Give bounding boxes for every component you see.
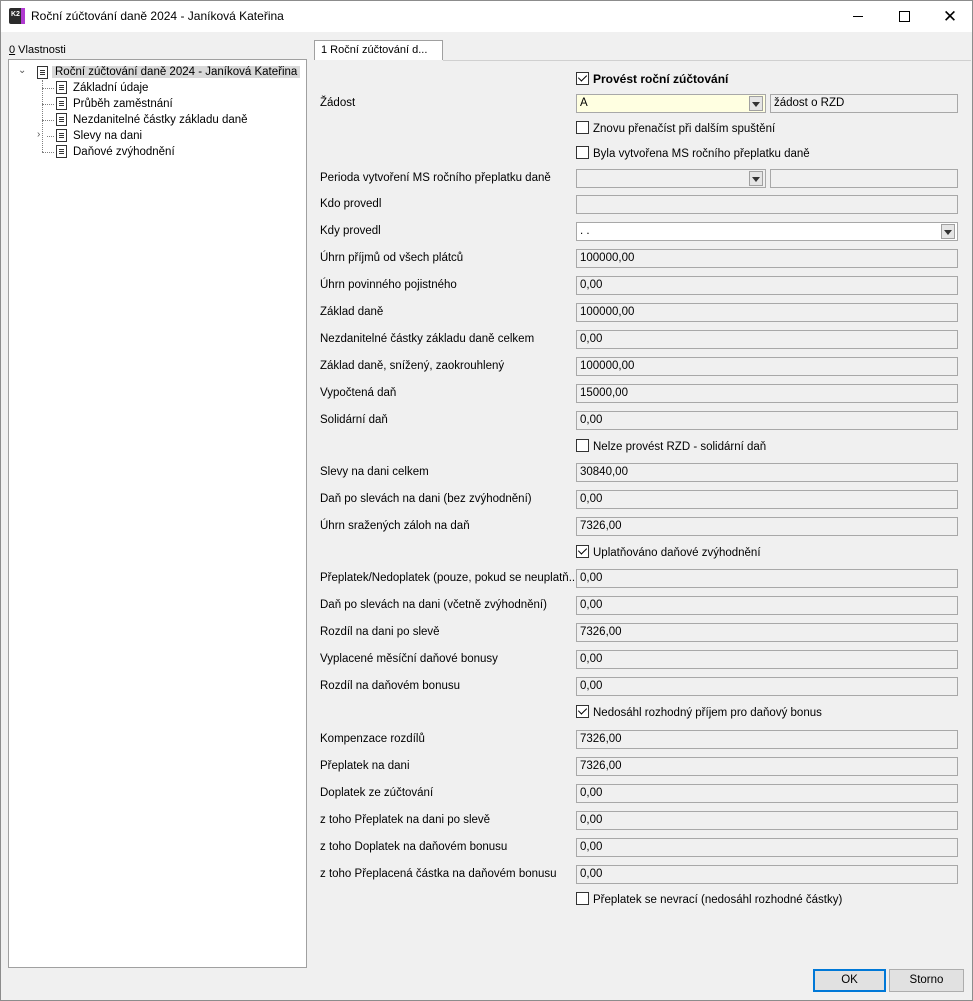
srazene-field[interactable]: 7326,00 xyxy=(576,517,958,536)
checkbox-nelze[interactable]: Nelze provést RZD - solidární daň xyxy=(576,439,766,455)
checkbox-icon xyxy=(576,439,589,452)
preplatek-nedo-field[interactable]: 0,00 xyxy=(576,569,958,588)
checkbox-uplatnovano[interactable]: Uplatňováno daňové zvýhodnění xyxy=(576,545,761,561)
app-icon: K2 xyxy=(9,8,25,24)
app-icon-text: K2 xyxy=(11,11,20,18)
zadost-select[interactable]: A xyxy=(576,94,766,113)
checkbox-byla[interactable]: Byla vytvořena MS ročního přeplatku daně xyxy=(576,146,810,162)
kompenzace-field[interactable]: 7326,00 xyxy=(576,730,958,749)
checkbox-icon xyxy=(576,892,589,905)
bonusy-field[interactable]: 0,00 xyxy=(576,650,958,669)
perioda-description xyxy=(770,169,958,188)
window-title: Roční zúčtování daně 2024 - Janíková Kat… xyxy=(31,9,284,23)
close-icon: ✕ xyxy=(942,6,958,26)
vypoctena-label: Vypočtená daň xyxy=(320,387,397,399)
checkbox-nevraci[interactable]: Přeplatek se nevrací (nedosáhl rozhodné … xyxy=(576,892,842,908)
perioda-select[interactable] xyxy=(576,169,766,188)
rozdil-sleva-label: Rozdíl na dani po slevě xyxy=(320,626,440,638)
preplatek-label: Přeplatek na dani xyxy=(320,760,410,772)
zaklad-sniz-field[interactable]: 100000,00 xyxy=(576,357,958,376)
dan-po-vc-field[interactable]: 0,00 xyxy=(576,596,958,615)
chevron-right-icon[interactable]: › xyxy=(37,129,40,140)
zadost-description: žádost o RZD xyxy=(770,94,958,113)
kdy-date-field[interactable]: . . xyxy=(576,222,958,241)
checkbox-icon xyxy=(576,146,589,159)
uhrn-prijmu-field[interactable]: 100000,00 xyxy=(576,249,958,268)
rozdil-sleva-field[interactable]: 7326,00 xyxy=(576,623,958,642)
maximize-icon xyxy=(898,11,910,22)
ztoho-prepl-label: z toho Přeplatek na dani po slevě xyxy=(320,814,491,826)
chevron-down-icon[interactable] xyxy=(941,224,955,239)
document-icon xyxy=(56,145,67,158)
ztoho-prepl-field[interactable]: 0,00 xyxy=(576,811,958,830)
checkbox-provest[interactable]: Provést roční zúčtování xyxy=(576,72,728,88)
kdy-label: Kdy provedl xyxy=(320,225,381,237)
tree-item-prubeh-zamestnani[interactable]: Průběh zaměstnání xyxy=(70,96,176,112)
checkbox-checked-icon xyxy=(576,72,589,85)
zaklad-label: Základ daně xyxy=(320,306,384,318)
dan-po-vc-label: Daň po slevách na dani (včetně zvýhodněn… xyxy=(320,599,547,611)
slevy-field[interactable]: 30840,00 xyxy=(576,463,958,482)
kdo-label: Kdo provedl xyxy=(320,198,382,210)
kdo-field[interactable] xyxy=(576,195,958,214)
perioda-label: Perioda vytvoření MS ročního přeplatku d… xyxy=(320,172,551,184)
nezd-label: Nezdanitelné částky základu daně celkem xyxy=(320,333,535,345)
rozdil-bonus-label: Rozdíl na daňovém bonusu xyxy=(320,680,461,692)
ztoho-dopl-label: z toho Doplatek na daňovém bonusu xyxy=(320,841,508,853)
tree-item-zakladni-udaje[interactable]: Základní údaje xyxy=(70,80,151,96)
rozdil-bonus-field[interactable]: 0,00 xyxy=(576,677,958,696)
preplatek-nedo-label: Přeplatek/Nedoplatek (pouze, pokud se ne… xyxy=(320,572,579,584)
checkbox-nedosahl[interactable]: Nedosáhl rozhodný příjem pro daňový bonu… xyxy=(576,705,822,721)
ztoho-preplac-field[interactable]: 0,00 xyxy=(576,865,958,884)
uhrn-poj-field[interactable]: 0,00 xyxy=(576,276,958,295)
cancel-button[interactable]: Storno xyxy=(889,969,964,992)
minimize-button[interactable] xyxy=(835,1,881,32)
srazene-label: Úhrn sražených záloh na daň xyxy=(320,520,470,532)
kompenzace-label: Kompenzace rozdílů xyxy=(320,733,425,745)
checkbox-checked-icon xyxy=(576,705,589,718)
checkbox-znovu[interactable]: Znovu přenačíst při dalším spuštění xyxy=(576,121,775,137)
bonusy-label: Vyplacené měsíční daňové bonusy xyxy=(320,653,498,665)
tree-root[interactable]: Roční zúčtování daně 2024 - Janíková Kat… xyxy=(52,64,301,80)
dialog-window: K2 Roční zúčtování daně 2024 - Janíková … xyxy=(0,0,973,1001)
nezd-field[interactable]: 0,00 xyxy=(576,330,958,349)
uhrn-prijmu-label: Úhrn příjmů od všech plátců xyxy=(320,252,464,264)
uhrn-poj-label: Úhrn povinného pojistného xyxy=(320,279,457,291)
properties-tree[interactable]: ⌄ Roční zúčtování daně 2024 - Janíková K… xyxy=(8,59,307,968)
close-button[interactable]: ✕ xyxy=(927,1,973,32)
title-bar: K2 Roční zúčtování daně 2024 - Janíková … xyxy=(1,1,972,32)
vypoctena-field[interactable]: 15000,00 xyxy=(576,384,958,403)
document-icon xyxy=(56,97,67,110)
chevron-down-icon[interactable]: ⌄ xyxy=(18,65,26,76)
minimize-icon xyxy=(853,16,863,17)
doplatek-label: Doplatek ze zúčtování xyxy=(320,787,434,799)
preplatek-field[interactable]: 7326,00 xyxy=(576,757,958,776)
ztoho-dopl-field[interactable]: 0,00 xyxy=(576,838,958,857)
solidarni-label: Solidární daň xyxy=(320,414,388,426)
tree-item-slevy[interactable]: Slevy na dani xyxy=(70,128,145,144)
document-icon xyxy=(56,129,67,142)
chevron-down-icon[interactable] xyxy=(749,96,763,111)
ok-button[interactable]: OK xyxy=(813,969,886,992)
ztoho-preplac-label: z toho Přeplacená částka na daňovém bonu… xyxy=(320,868,557,880)
solidarni-field[interactable]: 0,00 xyxy=(576,411,958,430)
document-icon xyxy=(56,113,67,126)
tree-header: 0 Vlastnosti xyxy=(9,44,66,56)
checkbox-checked-icon xyxy=(576,545,589,558)
chevron-down-icon[interactable] xyxy=(749,171,763,186)
tab-rocni-zuctovani[interactable]: 1 Roční zúčtování d... xyxy=(314,40,443,60)
document-icon xyxy=(37,66,48,79)
dan-po-bez-field[interactable]: 0,00 xyxy=(576,490,958,509)
document-icon xyxy=(56,81,67,94)
dan-po-bez-label: Daň po slevách na dani (bez zvýhodnění) xyxy=(320,493,532,505)
zadost-label: Žádost xyxy=(320,97,356,109)
tree-item-nezdanitelne[interactable]: Nezdanitelné částky základu daně xyxy=(70,112,251,128)
zaklad-field[interactable]: 100000,00 xyxy=(576,303,958,322)
doplatek-field[interactable]: 0,00 xyxy=(576,784,958,803)
tree-item-danove-zvyhodneni[interactable]: Daňové zvýhodnění xyxy=(70,144,178,160)
maximize-button[interactable] xyxy=(881,1,927,32)
zaklad-sniz-label: Základ daně, snížený, zaokrouhlený xyxy=(320,360,505,372)
slevy-label: Slevy na dani celkem xyxy=(320,466,429,478)
checkbox-icon xyxy=(576,121,589,134)
